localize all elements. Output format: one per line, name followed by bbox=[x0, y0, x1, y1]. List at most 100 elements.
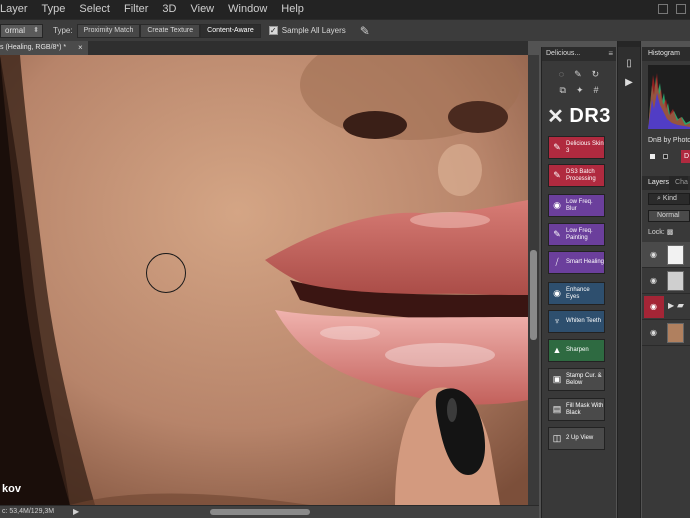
lock-transparency-icon[interactable]: ▩ bbox=[667, 229, 674, 236]
ds3-batch-processing-button[interactable]: ✎ DS3 Batch Processing bbox=[548, 164, 605, 187]
layers-list: ◉ ◉ ◉ ▶ ▰ ◉ bbox=[642, 242, 690, 346]
dnb-controls: D bbox=[642, 150, 690, 164]
menu-3d[interactable]: 3D bbox=[155, 0, 183, 19]
eye-icon[interactable]: ◉ bbox=[650, 250, 657, 259]
button-label: 2 Up View bbox=[566, 435, 594, 441]
minimize-icon[interactable] bbox=[658, 4, 668, 14]
stamp-icon: ▣ bbox=[552, 374, 562, 384]
lock-label: Lock: bbox=[648, 229, 665, 236]
menu-help[interactable]: Help bbox=[274, 0, 311, 19]
bandage-icon: ⧸ bbox=[555, 257, 559, 267]
play-actions-icon[interactable]: ▶ bbox=[621, 76, 637, 90]
copy-icon[interactable]: ⧉ bbox=[560, 85, 566, 96]
low-freq-blur-button[interactable]: ◉ Low Freq. Blur bbox=[548, 194, 605, 217]
mode-select[interactable]: ormal ⬍ bbox=[0, 23, 43, 38]
brush-pressure-icon[interactable]: ✎ bbox=[360, 24, 370, 38]
button-label: Delicious Skin 3 bbox=[566, 140, 604, 154]
horizontal-scrollbar-thumb[interactable] bbox=[210, 509, 310, 515]
delicious-skin-3-button[interactable]: ✎ Delicious Skin 3 bbox=[548, 136, 605, 159]
dock-header bbox=[618, 41, 640, 47]
menu-view[interactable]: View bbox=[183, 0, 221, 19]
white-swatch[interactable] bbox=[650, 154, 655, 159]
menu-select[interactable]: Select bbox=[72, 0, 117, 19]
button-label: Smart Healing bbox=[566, 259, 605, 265]
sparkle-icon[interactable]: ✦ bbox=[576, 85, 584, 96]
document-tab[interactable]: s (Healing, RGB/8*) * bbox=[0, 41, 88, 55]
vertical-scrollbar[interactable] bbox=[528, 55, 539, 505]
button-label: Fill Mask With Black bbox=[566, 402, 604, 416]
play-icon[interactable]: ▶ bbox=[73, 506, 79, 518]
content-aware-button[interactable]: Content-Aware bbox=[200, 23, 261, 38]
canvas[interactable]: kov bbox=[0, 55, 528, 505]
layer-kind-filter[interactable]: ⌕ Kind bbox=[648, 193, 690, 205]
grid-icon[interactable]: # bbox=[593, 85, 598, 95]
sharpen-button[interactable]: ▲ Sharpen bbox=[548, 339, 605, 362]
lasso-icon[interactable]: ◌ bbox=[559, 69, 564, 79]
layer-row[interactable]: ◉ bbox=[642, 242, 690, 268]
photo-image bbox=[0, 55, 528, 505]
proximity-match-button[interactable]: Proximity Match bbox=[76, 23, 141, 38]
layer-row[interactable]: ◉ ▶ ▰ bbox=[642, 294, 690, 320]
tab-channels[interactable]: Cha bbox=[669, 176, 688, 190]
layer-thumbnail bbox=[667, 245, 684, 265]
histogram-tab[interactable]: Histogram bbox=[642, 47, 690, 61]
delicious-retouch-panel: Delicious... ≡ ◌ ✎ ↻ ⧉ ✦ # ✕ DR3 ✎ Delic… bbox=[541, 47, 616, 518]
crossed-brushes-icon: ✕ bbox=[547, 105, 565, 128]
tool-icons-row-2: ⧉ ✦ # bbox=[542, 83, 616, 97]
menu-type[interactable]: Type bbox=[35, 0, 73, 19]
smart-healing-button[interactable]: ⧸ Smart Healing bbox=[548, 251, 605, 274]
mask-icon: ▤ bbox=[552, 404, 562, 414]
menu-window[interactable]: Window bbox=[221, 0, 274, 19]
layer-row[interactable]: ◉ bbox=[642, 320, 690, 346]
right-panel-column: Histogram DnB by Photo D Layers Cha ⌕ Ki… bbox=[642, 47, 690, 518]
dnb-button[interactable]: D bbox=[681, 150, 690, 163]
button-label: Sharpen bbox=[566, 347, 589, 353]
black-swatch[interactable] bbox=[663, 154, 668, 159]
close-icon[interactable]: × bbox=[78, 41, 83, 55]
brush-icon[interactable]: ✎ bbox=[574, 69, 582, 80]
blend-mode-value: Normal bbox=[657, 212, 680, 219]
button-label: Whiten Teeth bbox=[566, 318, 601, 324]
tooth-icon: ♆ bbox=[553, 316, 561, 326]
brush-icon: ✎ bbox=[553, 142, 561, 152]
maximize-icon[interactable] bbox=[676, 4, 686, 14]
stamp-current-and-below-button[interactable]: ▣ Stamp Cur. & Below bbox=[548, 368, 605, 391]
whiten-teeth-button[interactable]: ♆ Whiten Teeth bbox=[548, 310, 605, 333]
info-panel-icon[interactable]: ▯ bbox=[621, 57, 637, 71]
collapsed-panel-dock: ▯ ▶ bbox=[617, 41, 641, 518]
tab-layers[interactable]: Layers bbox=[642, 176, 669, 190]
split-view-icon: ◫ bbox=[552, 433, 562, 443]
menu-filter[interactable]: Filter bbox=[117, 0, 155, 19]
button-label: Stamp Cur. & Below bbox=[566, 372, 602, 386]
mode-value: ormal bbox=[5, 25, 26, 35]
sample-all-layers-label: Sample All Layers bbox=[281, 26, 346, 35]
layers-tabs: Layers Cha bbox=[642, 176, 690, 190]
button-label: DS3 Batch Processing bbox=[566, 168, 596, 182]
two-up-view-button[interactable]: ◫ 2 Up View bbox=[548, 427, 605, 450]
panel-menu-icon[interactable]: ≡ bbox=[608, 47, 613, 61]
layer-row[interactable]: ◉ bbox=[642, 268, 690, 294]
eye-icon[interactable]: ◉ bbox=[650, 302, 657, 311]
eye-icon[interactable]: ◉ bbox=[650, 276, 657, 285]
healing-brush-cursor bbox=[146, 253, 186, 293]
rotate-icon[interactable]: ↻ bbox=[592, 69, 600, 80]
fill-mask-with-black-button[interactable]: ▤ Fill Mask With Black bbox=[548, 398, 605, 421]
lock-row: Lock: ▩ bbox=[648, 228, 690, 236]
enhance-eyes-button[interactable]: ◉ Enhance Eyes bbox=[548, 282, 605, 305]
sample-all-layers-checkbox[interactable]: ✓ bbox=[268, 26, 278, 35]
panel-title: Delicious... bbox=[546, 50, 581, 57]
menu-layer[interactable]: Layer bbox=[0, 0, 35, 19]
folder-icon: ▰ bbox=[677, 300, 684, 310]
document-size-info: c: 53,4M/129,3M bbox=[2, 508, 55, 515]
scrollbar-thumb[interactable] bbox=[530, 250, 537, 340]
panel-header: Delicious... ≡ bbox=[542, 47, 616, 61]
eye-icon[interactable]: ◉ bbox=[650, 328, 657, 337]
create-texture-button[interactable]: Create Texture bbox=[140, 23, 201, 38]
low-freq-painting-button[interactable]: ✎ Low Freq. Painting bbox=[548, 223, 605, 246]
blend-mode-select[interactable]: Normal bbox=[648, 210, 690, 222]
options-bar: ormal ⬍ Type: Proximity Match Create Tex… bbox=[0, 19, 690, 41]
expand-arrow-icon[interactable]: ▶ bbox=[668, 301, 674, 310]
window-controls bbox=[654, 0, 690, 18]
triangle-icon: ▲ bbox=[552, 345, 562, 355]
brush-icon: ✎ bbox=[553, 229, 561, 239]
